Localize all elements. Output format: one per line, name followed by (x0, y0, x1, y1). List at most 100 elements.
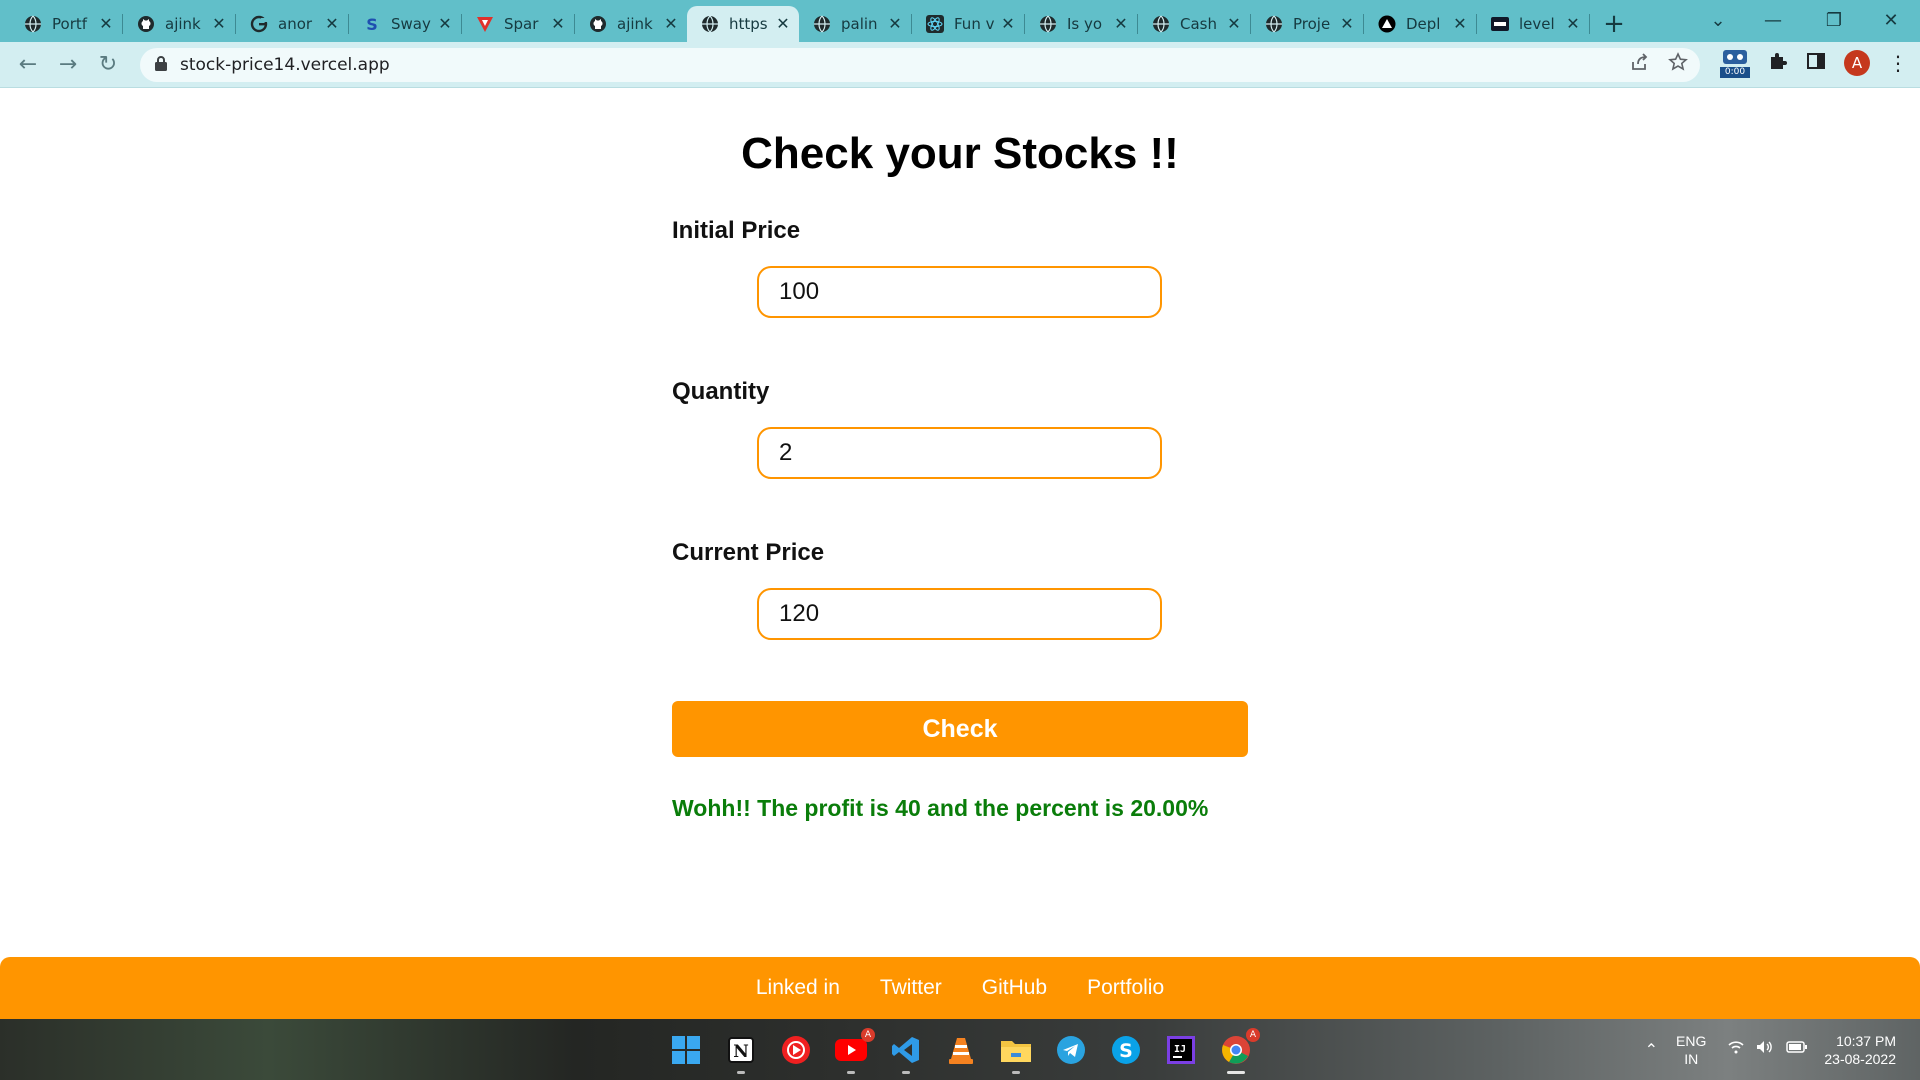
tab-close-icon[interactable]: ✕ (887, 16, 903, 32)
footer-link-linkedin[interactable]: Linked in (756, 976, 840, 1000)
minimize-icon[interactable]: — (1745, 0, 1801, 40)
tab-separator (1589, 14, 1590, 34)
tab-close-icon[interactable]: ✕ (1452, 16, 1468, 32)
github-icon (137, 15, 155, 33)
tab-close-icon[interactable]: ✕ (775, 16, 791, 32)
tab[interactable]: Proje ✕ (1251, 6, 1363, 42)
tab[interactable]: palin ✕ (799, 6, 911, 42)
language-line-1: ENG (1676, 1032, 1707, 1049)
tab-title: Is yo (1067, 15, 1103, 33)
telegram-icon[interactable] (1053, 1032, 1089, 1068)
svg-text:IJ: IJ (1174, 1044, 1186, 1055)
forward-button[interactable]: → (48, 45, 88, 85)
side-panel-icon[interactable] (1806, 51, 1826, 75)
language-indicator[interactable]: ENG IN (1676, 1032, 1706, 1068)
tab-close-icon[interactable]: ✕ (1339, 16, 1355, 32)
sway-icon: S (363, 15, 381, 33)
tab-title: ajink (617, 15, 653, 33)
footer-link-twitter[interactable]: Twitter (880, 976, 942, 1000)
tab-title: anor (278, 15, 313, 33)
restore-icon[interactable]: ❐ (1806, 0, 1862, 40)
tray-overflow-chevron-icon[interactable]: ⌃ (1645, 1040, 1658, 1060)
result-message: Wohh!! The profit is 40 and the percent … (672, 795, 1209, 821)
quantity-label: Quantity (672, 378, 770, 405)
tab-title: level (1519, 15, 1555, 33)
volume-icon[interactable] (1756, 1040, 1774, 1059)
page-content: Check your Stocks !! Initial Price Quant… (0, 89, 1920, 1019)
current-price-input[interactable] (757, 588, 1162, 640)
back-button[interactable]: ← (8, 45, 48, 85)
chrome-icon[interactable]: A (1218, 1027, 1260, 1074)
tab[interactable]: anor ✕ (236, 6, 348, 42)
vscode-icon[interactable] (888, 1032, 924, 1074)
url-text[interactable]: stock-price14.vercel.app (180, 55, 390, 75)
tab-title: https (729, 15, 768, 33)
tab-close-icon[interactable]: ✕ (663, 16, 679, 32)
tab-close-icon[interactable]: ✕ (1226, 16, 1242, 32)
tab-active[interactable]: https ✕ (687, 6, 799, 42)
tab[interactable]: Portf ✕ (10, 6, 122, 42)
reload-button[interactable]: ↻ (88, 45, 128, 85)
windows-start-icon[interactable] (668, 1032, 704, 1068)
tab-close-icon[interactable]: ✕ (1113, 16, 1129, 32)
notion-icon[interactable]: N (723, 1032, 759, 1074)
footer-link-github[interactable]: GitHub (982, 976, 1047, 1000)
battery-icon[interactable] (1786, 1040, 1808, 1059)
tab[interactable]: Fun v ✕ (912, 6, 1024, 42)
youtube-running-indicator (847, 1070, 855, 1074)
tab[interactable]: Depl ✕ (1364, 6, 1476, 42)
neog-icon (1491, 15, 1509, 33)
spar-icon (476, 15, 494, 33)
tab-close-icon[interactable]: ✕ (1000, 16, 1016, 32)
browser-tab-bar: Portf ✕ ajink ✕ anor ✕ S Sway ✕ Spar ✕ ajink ✕ https ✕… (0, 0, 1920, 42)
tab[interactable]: S Sway ✕ (349, 6, 461, 42)
tab-close-icon[interactable]: ✕ (211, 16, 227, 32)
chrome-profile-badge: A (1246, 1027, 1260, 1042)
skype-icon[interactable]: S (1108, 1032, 1144, 1068)
intellij-icon[interactable]: IJ (1163, 1032, 1199, 1068)
wifi-icon[interactable] (1728, 1040, 1744, 1059)
profile-avatar[interactable]: A (1844, 50, 1870, 76)
tab[interactable]: Spar ✕ (462, 6, 574, 42)
tab-close-icon[interactable]: ✕ (437, 16, 453, 32)
language-line-2: IN (1684, 1050, 1699, 1067)
file-explorer-icon[interactable] (998, 1032, 1034, 1074)
clock[interactable]: 10:37 PM 23-08-2022 (1824, 1032, 1896, 1068)
footer-link-portfolio[interactable]: Portfolio (1087, 976, 1164, 1000)
windows-taskbar: N A S IJ A ⌃ ENG IN 10:37 PM 23-08-2022 (0, 1019, 1920, 1080)
globe-icon (1265, 15, 1283, 33)
tab[interactable]: level ✕ (1477, 6, 1589, 42)
clock-time: 10:37 PM (1836, 1032, 1896, 1049)
bookmark-star-icon[interactable] (1668, 52, 1688, 76)
tab-close-icon[interactable]: ✕ (98, 16, 114, 32)
extensions-puzzle-icon[interactable] (1768, 51, 1788, 75)
tab[interactable]: Cash ✕ (1138, 6, 1250, 42)
tab-close-icon[interactable]: ✕ (324, 16, 340, 32)
check-button[interactable]: Check (672, 701, 1248, 757)
globe-icon (701, 15, 719, 33)
address-bar[interactable]: stock-price14.vercel.app (140, 48, 1700, 82)
lock-icon[interactable] (154, 55, 168, 75)
tab-close-icon[interactable]: ✕ (550, 16, 566, 32)
tab-title: Proje (1293, 15, 1331, 33)
svg-text:S: S (366, 15, 378, 33)
svg-text:S: S (1119, 1040, 1133, 1062)
tab-close-icon[interactable]: ✕ (1565, 16, 1581, 32)
initial-price-label: Initial Price (672, 217, 801, 244)
youtube-icon[interactable]: A (833, 1027, 875, 1074)
share-icon[interactable] (1630, 52, 1650, 76)
window-close-icon[interactable]: ✕ (1863, 0, 1919, 40)
initial-price-input[interactable] (757, 266, 1162, 318)
new-tab-button[interactable]: + (1596, 6, 1632, 42)
extension-timer-icon[interactable]: 0:00 (1720, 48, 1750, 78)
youtube-music-icon[interactable] (778, 1032, 814, 1068)
browser-menu-icon[interactable]: ⋮ (1888, 51, 1908, 75)
quantity-input[interactable] (757, 427, 1162, 479)
vercel-icon (1378, 15, 1396, 33)
tab[interactable]: ajink ✕ (123, 6, 235, 42)
vlc-icon[interactable] (943, 1032, 979, 1068)
tab[interactable]: ajink ✕ (575, 6, 687, 42)
tab-search-icon[interactable]: ⌄ (1690, 0, 1746, 40)
notion-running-indicator (737, 1070, 745, 1074)
tab[interactable]: Is yo ✕ (1025, 6, 1137, 42)
